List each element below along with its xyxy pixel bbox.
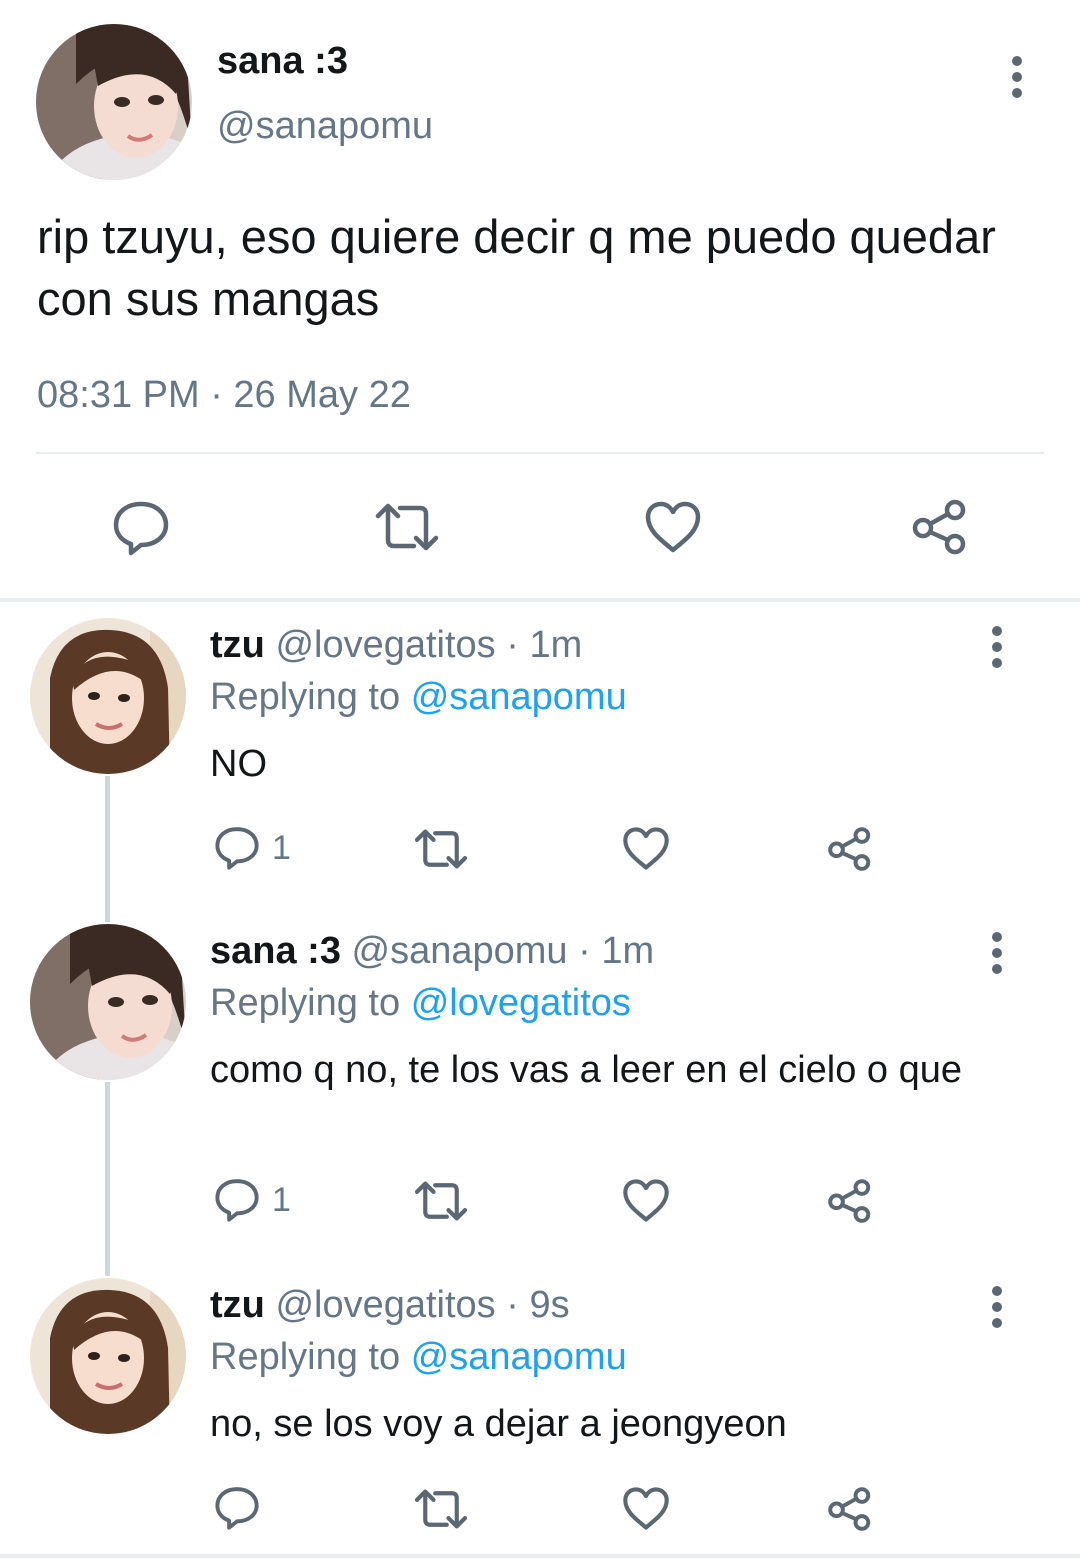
reply-separator: · [506, 1284, 519, 1326]
main-tweet-text: rip tzuyu, eso quiere decir q me puedo q… [37, 210, 1009, 325]
reply-header: tzu @lovegatitos · 9s [210, 1282, 570, 1328]
more-options-icon[interactable] [990, 1286, 1004, 1330]
reply-header: sana :3 @sanapomu · 1m [210, 928, 654, 974]
replying-to-mention[interactable]: @sanapomu [411, 676, 627, 718]
more-options-icon[interactable] [1010, 56, 1024, 100]
main-tweet-avatar[interactable] [36, 24, 192, 180]
retweet-icon[interactable] [412, 828, 470, 870]
share-icon[interactable] [826, 1486, 874, 1532]
bottom-divider [0, 1554, 1080, 1558]
like-heart-icon[interactable] [622, 1486, 670, 1531]
share-icon[interactable] [826, 826, 874, 872]
share-icon[interactable] [826, 1178, 874, 1224]
retweet-icon[interactable] [412, 1488, 470, 1530]
reply-icon[interactable] [112, 500, 170, 556]
more-options-icon[interactable] [990, 626, 1004, 670]
like-heart-icon[interactable] [622, 826, 670, 871]
replying-to-prefix: Replying to [210, 676, 401, 718]
reply-avatar[interactable] [30, 1278, 186, 1434]
reply-header: tzu @lovegatitos · 1m [210, 622, 582, 668]
main-tweet-timestamp: 08:31 PM · 26 May 22 [37, 374, 411, 416]
like-heart-icon[interactable] [644, 500, 702, 554]
reply-display-name[interactable]: sana :3 [210, 930, 341, 972]
retweet-icon[interactable] [412, 1180, 470, 1222]
replying-to-line: Replying to @sanapomu [210, 1334, 627, 1380]
main-tweet-handle[interactable]: @sanapomu [217, 103, 433, 149]
reply-display-name[interactable]: tzu [210, 624, 265, 666]
reply-separator: · [506, 624, 519, 666]
replying-to-line: Replying to @sanapomu [210, 674, 627, 720]
share-icon[interactable] [910, 498, 970, 556]
replying-to-line: Replying to @lovegatitos [210, 980, 631, 1026]
reply-icon[interactable] [214, 1178, 260, 1222]
thread-connector [105, 1082, 110, 1276]
main-tweet-display-name[interactable]: sana :3 [217, 38, 348, 84]
like-heart-icon[interactable] [622, 1178, 670, 1223]
reply-age: 1m [601, 930, 655, 972]
reply-count: 1 [272, 1181, 291, 1219]
reply-handle[interactable]: @lovegatitos [275, 624, 495, 666]
thread-connector [105, 776, 110, 922]
reply-age: 1m [529, 624, 583, 666]
replying-to-prefix: Replying to [210, 1336, 401, 1378]
retweet-icon[interactable] [372, 502, 442, 552]
reply-age: 9s [529, 1284, 570, 1326]
reply-text: NO [210, 743, 267, 785]
main-tweet-divider [36, 452, 1044, 454]
section-divider [0, 598, 1080, 602]
reply-icon[interactable] [214, 1486, 260, 1530]
reply-text: como q no, te los vas a leer en el cielo… [210, 1049, 963, 1091]
reply-text: no, se los voy a dejar a jeongyeon [210, 1403, 787, 1445]
more-options-icon[interactable] [990, 932, 1004, 976]
reply-display-name[interactable]: tzu [210, 1284, 265, 1326]
replying-to-mention[interactable]: @lovegatitos [411, 982, 631, 1024]
replying-to-prefix: Replying to [210, 982, 401, 1024]
reply-avatar[interactable] [30, 924, 186, 1080]
reply-handle[interactable]: @lovegatitos [275, 1284, 495, 1326]
reply-avatar[interactable] [30, 618, 186, 774]
reply-icon[interactable] [214, 826, 260, 870]
reply-count: 1 [272, 829, 291, 867]
reply-separator: · [578, 930, 591, 972]
replying-to-mention[interactable]: @sanapomu [411, 1336, 627, 1378]
reply-handle[interactable]: @sanapomu [352, 930, 568, 972]
